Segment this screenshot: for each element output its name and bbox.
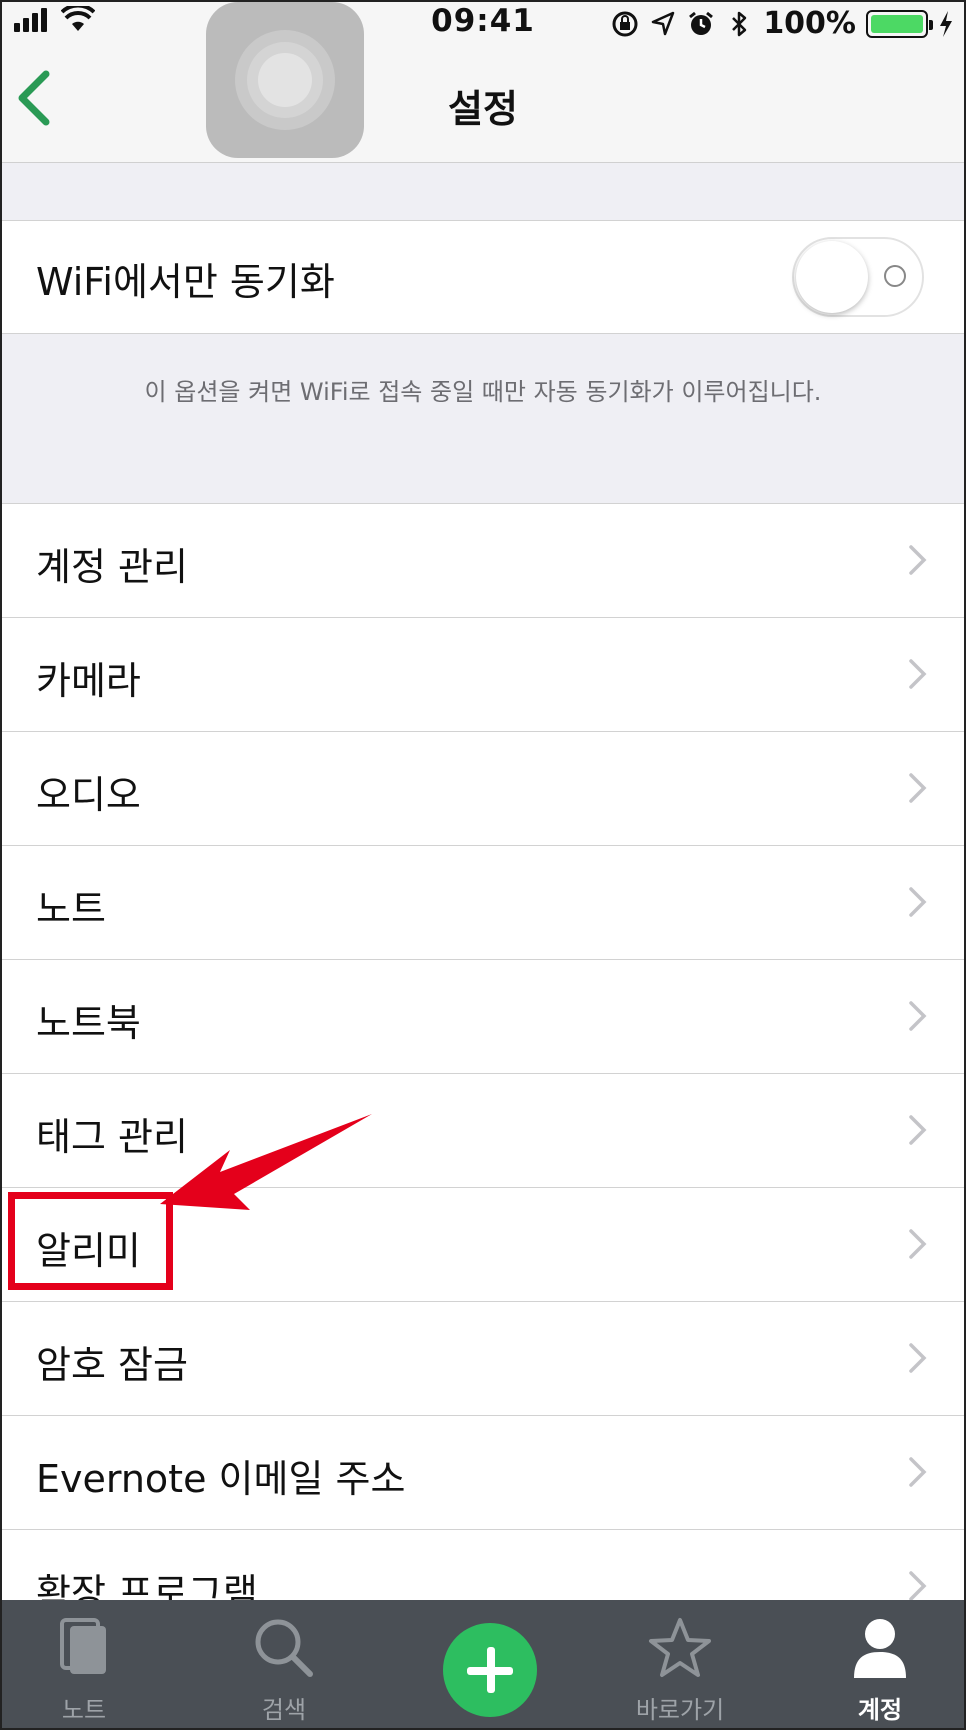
chevron-right-icon — [909, 887, 927, 917]
settings-item-evernote-email[interactable]: Evernote 이메일 주소 — [0, 1416, 966, 1530]
annotation-highlight-box — [8, 1192, 173, 1290]
chevron-right-icon — [909, 1343, 927, 1373]
assistive-touch-button[interactable] — [206, 2, 364, 158]
search-icon — [255, 1619, 313, 1677]
orientation-lock-icon — [612, 11, 638, 36]
charging-bolt-icon — [940, 10, 952, 37]
settings-item-note[interactable]: 노트 — [0, 846, 966, 960]
battery-icon — [866, 9, 933, 38]
settings-item-account[interactable]: 계정 관리 — [0, 504, 966, 618]
tab-account[interactable]: 계정 — [790, 1600, 966, 1730]
star-icon — [649, 1618, 711, 1677]
new-note-plus-button[interactable] — [443, 1623, 537, 1717]
settings-item-label: 노트북 — [36, 1001, 141, 1045]
settings-item-passcode-lock[interactable]: 암호 잠금 — [0, 1302, 966, 1416]
tab-label: 노트 — [61, 1696, 107, 1724]
tab-search[interactable]: 검색 — [194, 1600, 374, 1730]
settings-item-label: 노트 — [36, 887, 106, 931]
annotation-arrow-icon — [160, 1114, 372, 1210]
wifi-sync-cell: WiFi에서만 동기화 — [0, 220, 966, 334]
settings-item-notebook[interactable]: 노트북 — [0, 960, 966, 1074]
tab-notes[interactable]: 노트 — [0, 1600, 174, 1730]
location-arrow-icon — [652, 11, 675, 35]
settings-item-tags[interactable]: 태그 관리 — [0, 1074, 966, 1188]
chevron-right-icon — [909, 1571, 927, 1601]
chevron-right-icon — [909, 1115, 927, 1145]
person-icon — [854, 1619, 906, 1678]
chevron-right-icon — [909, 659, 927, 689]
battery-percent: 100% — [763, 6, 856, 41]
wifi-sync-toggle[interactable] — [792, 237, 924, 317]
alarm-icon — [689, 11, 714, 35]
settings-item-audio[interactable]: 오디오 — [0, 732, 966, 846]
settings-item-label: 암호 잠금 — [36, 1343, 188, 1387]
toggle-off-indicator-icon — [884, 265, 906, 287]
tab-label: 바로가기 — [635, 1696, 725, 1724]
chevron-right-icon — [909, 1457, 927, 1487]
status-bar: 09:41 100% — [0, 0, 966, 44]
tab-label: 계정 — [857, 1696, 903, 1724]
chevron-right-icon — [909, 545, 927, 575]
settings-item-label: 계정 관리 — [36, 545, 188, 589]
settings-item-label: 오디오 — [36, 773, 141, 817]
note-icon — [60, 1618, 106, 1674]
wifi-sync-description: 이 옵션을 켜면 WiFi로 접속 중일 때만 자동 동기화가 이루어집니다. — [144, 378, 822, 406]
bluetooth-icon — [732, 11, 747, 36]
tab-shortcuts[interactable]: 바로가기 — [590, 1600, 770, 1730]
wifi-sync-label: WiFi에서만 동기화 — [36, 260, 335, 304]
tab-label: 검색 — [261, 1696, 307, 1724]
chevron-right-icon — [909, 1001, 927, 1031]
chevron-right-icon — [909, 1229, 927, 1259]
settings-list: 계정 관리 카메라 오디오 노트 노트북 태그 관리 알리미 암호 잠금 Eve… — [0, 503, 966, 1644]
toggle-knob — [796, 241, 868, 313]
navigation-bar: 설정 — [0, 44, 966, 163]
settings-item-label: 카메라 — [36, 659, 141, 703]
settings-item-label: Evernote 이메일 주소 — [36, 1457, 406, 1501]
chevron-right-icon — [909, 773, 927, 803]
page-title: 설정 — [448, 87, 518, 131]
settings-item-camera[interactable]: 카메라 — [0, 618, 966, 732]
